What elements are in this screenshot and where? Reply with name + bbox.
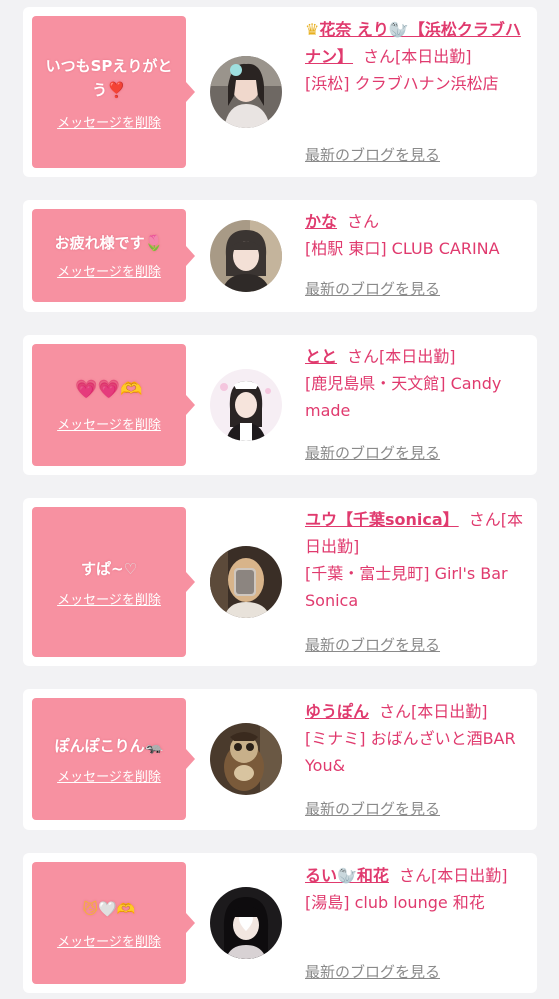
message-text: すぱ~♡ xyxy=(81,557,137,581)
message-card: ぽんぽこりん🦡 メッセージを削除 ゆうぽん さん[本日出勤] [ミナミ] おばんざ… xyxy=(23,689,537,830)
hearts-icon: 💗💗🫶 xyxy=(75,378,143,400)
latest-blog-link[interactable]: 最新のブログを見る xyxy=(305,961,440,982)
attendance-badge: [本日出勤] xyxy=(411,702,488,721)
message-bubble: すぱ~♡ メッセージを削除 xyxy=(32,507,195,657)
message-card: いつもSPえりがとう❣️ メッセージを削除 ♛花奈 えり🦭【浜松クラブハナン】さ… xyxy=(23,7,537,177)
avatar[interactable] xyxy=(210,546,282,618)
message-text: 😼🤍🫶 xyxy=(83,897,136,921)
shop-label: [ミナミ] おばんざいと酒BAR You& xyxy=(305,729,516,775)
message-text-content: ぽんぽこりん xyxy=(54,736,145,755)
honorific: さん xyxy=(398,866,431,885)
sender-info: るい🦭和花 さん[本日出勤] [湯島] club lounge 和花 xyxy=(305,862,531,916)
badger-icon: 🦡 xyxy=(144,736,164,755)
sender-info: ♛花奈 えり🦭【浜松クラブハナン】 さん[本日出勤] [浜松] クラブハナン浜松店 xyxy=(305,16,531,97)
sender-name[interactable]: るい🦭和花 xyxy=(305,866,389,885)
heart-exclamation-icon: ❣️ xyxy=(107,80,126,99)
delete-message-link[interactable]: メッセージを削除 xyxy=(57,112,161,131)
message-card: すぱ~♡ メッセージを削除 ユウ【千葉sonica】 さん[本日出勤] [千葉・富… xyxy=(23,498,537,666)
latest-blog-link[interactable]: 最新のブログを見る xyxy=(305,144,440,165)
avatar[interactable] xyxy=(210,369,282,441)
sender-name[interactable]: ユウ【千葉sonica】 xyxy=(305,510,459,529)
avatar[interactable] xyxy=(210,56,282,128)
message-bubble: ぽんぽこりん🦡 メッセージを削除 xyxy=(32,698,195,820)
message-text: ぽんぽこりん🦡 xyxy=(55,734,164,758)
honorific: さん xyxy=(363,47,396,66)
latest-blog-link[interactable]: 最新のブログを見る xyxy=(305,278,440,299)
honorific: さん xyxy=(468,510,501,529)
delete-message-link[interactable]: メッセージを削除 xyxy=(57,931,161,950)
sender-info: かな さん [柏駅 東口] CLUB CARINA xyxy=(305,208,531,262)
message-bubble: 😼🤍🫶 メッセージを削除 xyxy=(32,862,195,984)
attendance-badge: [本日出勤] xyxy=(379,347,456,366)
message-card: 💗💗🫶 メッセージを削除 とと さん[本日出勤] [鹿児島県・天文館] Candy… xyxy=(23,335,537,475)
sender-info: ゆうぽん さん[本日出勤] [ミナミ] おばんざいと酒BAR You& xyxy=(305,698,531,779)
sender-info: ユウ【千葉sonica】 さん[本日出勤] [千葉・富士見町] Girl's Ba… xyxy=(305,506,531,614)
message-bubble: 💗💗🫶 メッセージを削除 xyxy=(32,344,195,466)
sender-name[interactable]: ゆうぽん xyxy=(305,702,369,721)
shop-label: [千葉・富士見町] Girl's Bar Sonica xyxy=(305,564,508,610)
latest-blog-link[interactable]: 最新のブログを見る xyxy=(305,798,440,819)
honorific: さん xyxy=(379,702,412,721)
attendance-badge: [本日出勤] xyxy=(430,866,508,885)
shop-label: [湯島] club lounge 和花 xyxy=(305,893,485,912)
sender-name[interactable]: かな xyxy=(305,212,337,231)
delete-message-link[interactable]: メッセージを削除 xyxy=(57,766,161,785)
message-text: お疲れ様です🌷 xyxy=(55,231,164,255)
message-bubble: いつもSPえりがとう❣️ メッセージを削除 xyxy=(32,16,195,168)
delete-message-link[interactable]: メッセージを削除 xyxy=(57,414,161,433)
shop-label: [浜松] クラブハナン浜松店 xyxy=(305,74,499,93)
cat-heart-hands-icon: 😼🤍🫶 xyxy=(82,899,136,918)
attendance-badge: [本日出勤] xyxy=(395,47,472,66)
honorific: さん xyxy=(347,212,380,231)
message-text-content: すぱ~ xyxy=(80,559,124,578)
crown-icon: ♛ xyxy=(305,20,320,39)
shop-label: [柏駅 東口] CLUB CARINA xyxy=(305,239,500,258)
latest-blog-link[interactable]: 最新のブログを見る xyxy=(305,634,440,655)
message-bubble: お疲れ様です🌷 メッセージを削除 xyxy=(32,209,195,302)
avatar[interactable] xyxy=(210,220,282,292)
avatar[interactable] xyxy=(210,723,282,795)
sender-name[interactable]: とと xyxy=(305,347,337,366)
latest-blog-link[interactable]: 最新のブログを見る xyxy=(305,442,440,463)
message-text-content: お疲れ様です xyxy=(54,234,145,252)
shop-label: [鹿児島県・天文館] Candy made xyxy=(305,374,502,420)
avatar[interactable] xyxy=(210,887,282,959)
delete-message-link[interactable]: メッセージを削除 xyxy=(57,589,161,608)
message-text: 💗💗🫶 xyxy=(75,378,142,402)
message-card: お疲れ様です🌷 メッセージを削除 かな さん [柏駅 東口] CLUB CARIN… xyxy=(23,200,537,312)
sender-info: とと さん[本日出勤] [鹿児島県・天文館] Candy made xyxy=(305,343,531,424)
message-text: いつもSPえりがとう❣️ xyxy=(40,54,178,102)
delete-message-link[interactable]: メッセージを削除 xyxy=(57,261,161,280)
honorific: さん xyxy=(347,347,380,366)
message-card: 😼🤍🫶 メッセージを削除 るい🦭和花 さん[本日出勤] [湯島] club lou… xyxy=(23,853,537,993)
tulip-icon: 🌷 xyxy=(144,234,164,252)
heart-outline-icon: ♡ xyxy=(123,559,138,578)
